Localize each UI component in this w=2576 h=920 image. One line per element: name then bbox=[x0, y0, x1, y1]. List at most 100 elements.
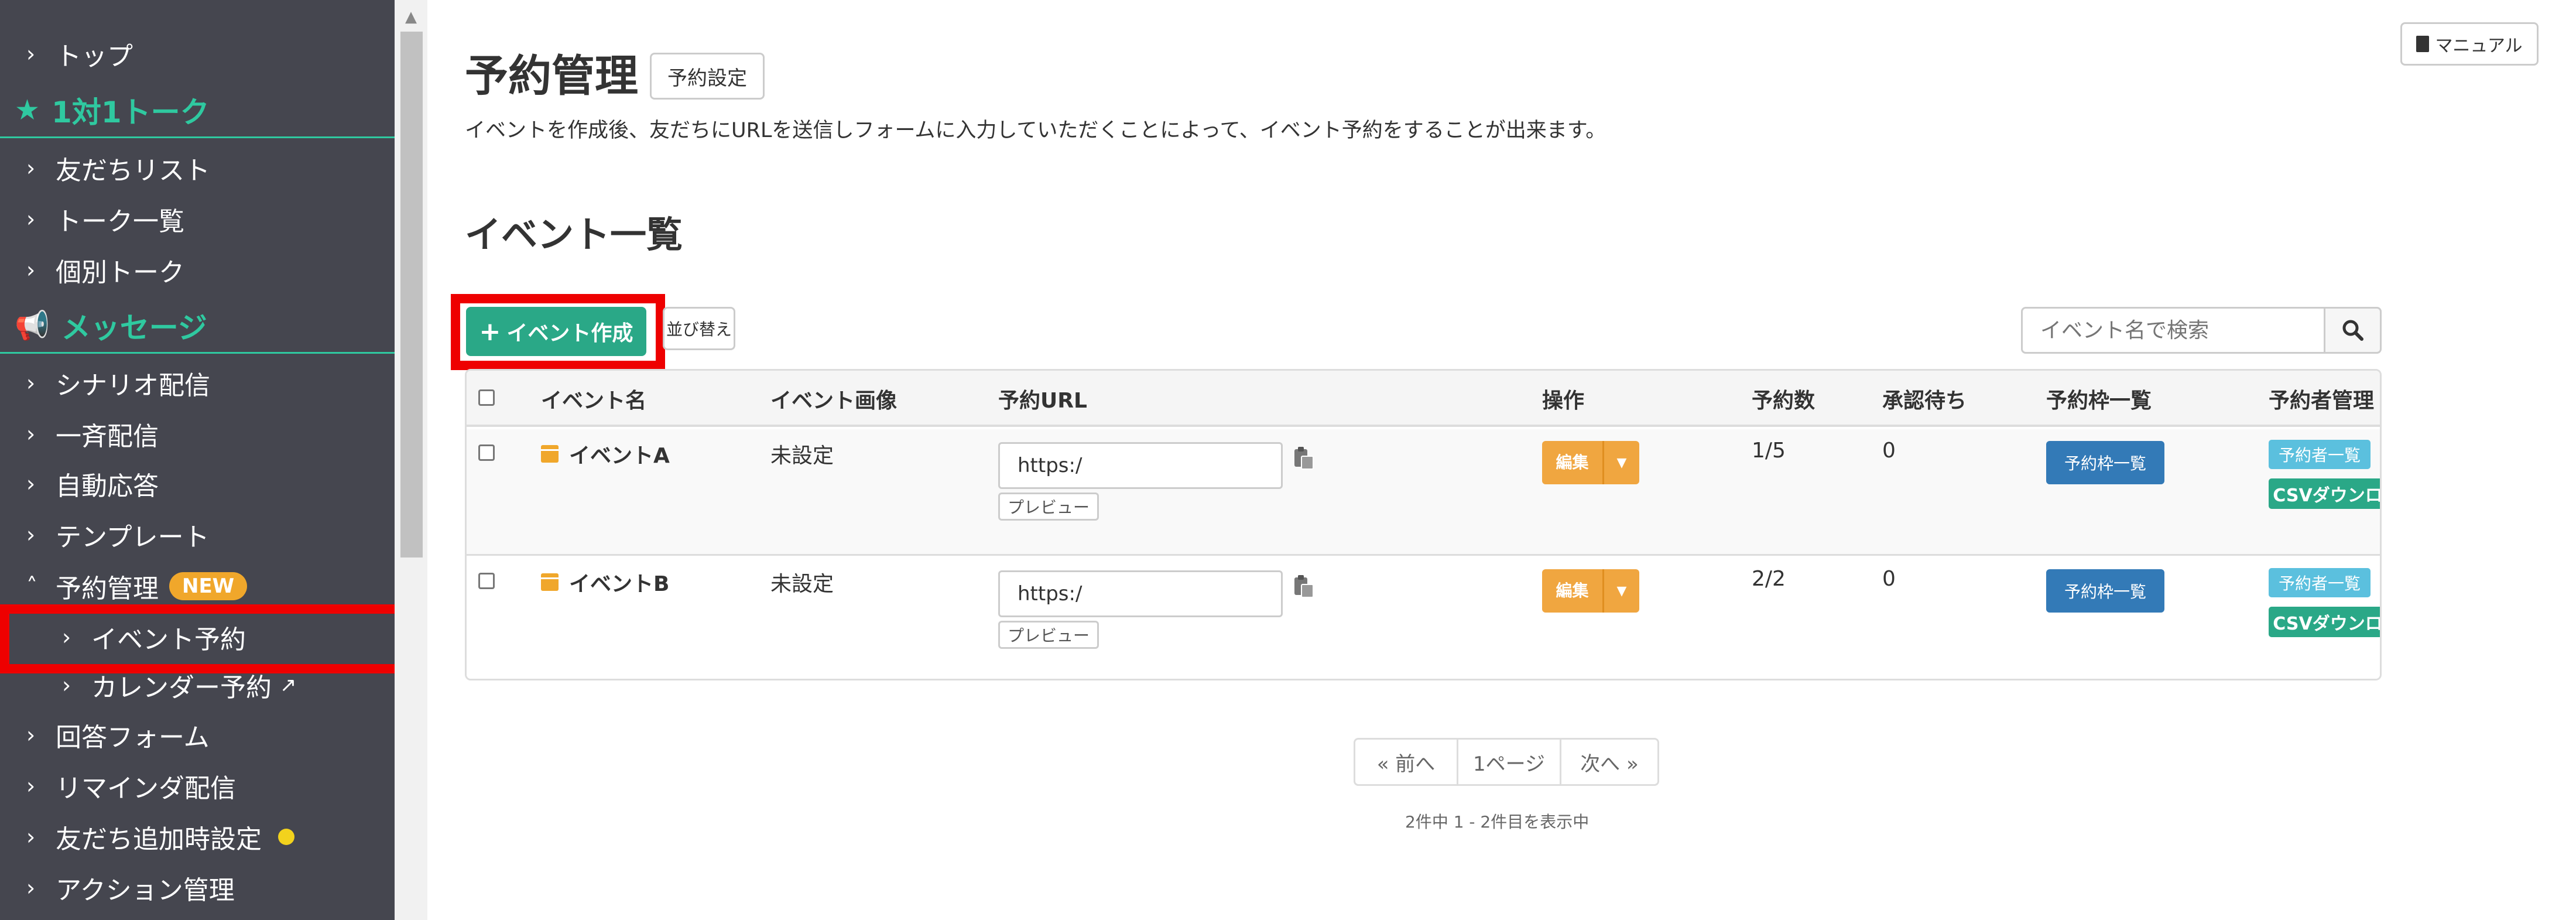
reserver-list-button[interactable]: 予約者一覧 bbox=[2269, 568, 2371, 597]
pagination-current-page[interactable]: 1ページ bbox=[1458, 740, 1561, 784]
sidebar-item-talk-list[interactable]: › トーク一覧 bbox=[0, 194, 395, 244]
reserver-list-label: 予約者一覧 bbox=[2278, 446, 2361, 465]
reserver-list-label: 予約者一覧 bbox=[2278, 574, 2361, 593]
sidebar-item-label: アクション管理 bbox=[56, 875, 235, 905]
sidebar-section-message: 📢 メッセージ bbox=[0, 299, 395, 354]
sidebar-item-label: 友だちリスト bbox=[56, 156, 210, 186]
edit-label: 編集 bbox=[1542, 569, 1604, 613]
sidebar-item-template[interactable]: › テンプレート bbox=[0, 510, 395, 559]
caret-down-icon[interactable]: ▼ bbox=[1604, 456, 1639, 470]
column-header-count: 予約数 bbox=[1752, 389, 1815, 413]
chevron-right-icon: › bbox=[26, 421, 36, 447]
column-header-url: 予約URL bbox=[998, 389, 1087, 413]
search-button[interactable] bbox=[2325, 307, 2382, 354]
event-name: イベントB bbox=[569, 572, 670, 596]
event-search-input[interactable] bbox=[2021, 307, 2325, 354]
calendar-icon bbox=[541, 445, 559, 463]
reservation-url-field[interactable]: https:/ bbox=[998, 442, 1283, 489]
preview-label: プレビュー bbox=[1007, 626, 1090, 645]
sidebar-item-reservation[interactable]: ˄ 予約管理 NEW bbox=[0, 562, 395, 611]
sidebar-item-friends-list[interactable]: › 友だちリスト bbox=[0, 143, 395, 193]
reservation-count: 1/5 bbox=[1752, 439, 1786, 463]
page-title: 予約管理 bbox=[465, 51, 638, 101]
reserver-list-button[interactable]: 予約者一覧 bbox=[2269, 440, 2371, 469]
chevron-right-icon: › bbox=[26, 722, 36, 748]
event-name-link[interactable]: イベントB bbox=[541, 567, 669, 597]
manual-button[interactable]: マニュアル bbox=[2400, 22, 2539, 66]
megaphone-icon: 📢 bbox=[15, 309, 50, 342]
chevron-right-icon: › bbox=[26, 370, 36, 396]
row-checkbox[interactable] bbox=[478, 444, 495, 461]
column-header-manage: 予約者管理 bbox=[2269, 389, 2375, 413]
preview-button[interactable]: プレビュー bbox=[998, 621, 1099, 649]
scroll-up-arrow-icon[interactable]: ▲ bbox=[395, 2, 427, 32]
event-name-link[interactable]: イベントA bbox=[541, 439, 670, 469]
column-header-image: イベント画像 bbox=[770, 389, 898, 413]
table-header: イベント名 イベント画像 予約URL 操作 予約数 承認待ち 予約枠一覧 予約者… bbox=[467, 371, 2380, 427]
slot-list-button[interactable]: 予約枠一覧 bbox=[2046, 441, 2164, 484]
chevron-right-icon: › bbox=[26, 41, 36, 67]
column-header-name: イベント名 bbox=[541, 389, 647, 413]
pagination-prev[interactable]: « 前へ bbox=[1355, 740, 1458, 784]
caret-down-icon[interactable]: ▼ bbox=[1604, 584, 1639, 598]
chevron-up-icon: ˄ bbox=[26, 573, 37, 599]
sidebar-item-answer-form[interactable]: › 回答フォーム bbox=[0, 710, 395, 760]
reservation-settings-button[interactable]: 予約設定 bbox=[650, 53, 765, 100]
highlight-box-create-event bbox=[451, 294, 665, 370]
reservation-settings-label: 予約設定 bbox=[667, 66, 747, 90]
sidebar-item-individual-talk[interactable]: › 個別トーク bbox=[0, 245, 395, 295]
row-checkbox[interactable] bbox=[478, 573, 495, 589]
chevron-right-icon: › bbox=[26, 522, 36, 548]
csv-download-label: CSVダウンロード bbox=[2273, 614, 2382, 634]
edit-label: 編集 bbox=[1542, 441, 1604, 484]
sidebar-item-auto-reply[interactable]: › 自動応答 bbox=[0, 459, 395, 508]
csv-download-button[interactable]: CSVダウンロード bbox=[2269, 607, 2382, 637]
pagination: « 前へ 1ページ 次へ » bbox=[1354, 738, 1659, 786]
event-image-status: 未設定 bbox=[770, 572, 834, 596]
slot-list-button[interactable]: 予約枠一覧 bbox=[2046, 569, 2164, 613]
sidebar-item-friend-add-settings[interactable]: › 友だち追加時設定 bbox=[0, 812, 395, 861]
edit-dropdown-button[interactable]: 編集 ▼ bbox=[1542, 441, 1639, 484]
sidebar-item-label: 自動応答 bbox=[56, 471, 159, 501]
sidebar-item-label: トップ bbox=[56, 42, 133, 71]
sidebar-item-label: リマインダ配信 bbox=[56, 774, 236, 803]
pagination-next[interactable]: 次へ » bbox=[1561, 740, 1657, 784]
sort-button-label: 並び替え bbox=[666, 320, 732, 339]
sidebar-scrollbar[interactable]: ▲ bbox=[395, 0, 427, 920]
highlight-box-event-reservation bbox=[0, 604, 409, 673]
event-list-title: イベント一覧 bbox=[465, 213, 683, 256]
preview-button[interactable]: プレビュー bbox=[998, 493, 1099, 521]
clipboard-copy-icon[interactable] bbox=[1292, 446, 1316, 471]
star-icon: ★ bbox=[15, 93, 40, 126]
sort-button[interactable]: 並び替え bbox=[663, 307, 735, 350]
sidebar: › トップ ★ 1対1トーク › 友だちリスト › トーク一覧 › 個別トーク … bbox=[0, 0, 409, 920]
sidebar-item-top[interactable]: › トップ bbox=[0, 29, 395, 78]
sidebar-item-reminder[interactable]: › リマインダ配信 bbox=[0, 761, 395, 810]
main-content: マニュアル 予約管理 予約設定 イベントを作成後、友だちにURLを送信しフォーム… bbox=[427, 0, 2576, 920]
chevron-right-icon: › bbox=[26, 824, 36, 850]
page-description: イベントを作成後、友だちにURLを送信しフォームに入力していただくことによって、… bbox=[465, 119, 1606, 142]
sidebar-section-label: 1対1トーク bbox=[52, 95, 210, 129]
edit-dropdown-button[interactable]: 編集 ▼ bbox=[1542, 569, 1639, 613]
csv-download-button[interactable]: CSVダウンロード bbox=[2269, 478, 2380, 509]
sidebar-section-label: メッセージ bbox=[61, 310, 207, 345]
column-header-ops: 操作 bbox=[1542, 389, 1585, 413]
reservation-url-field[interactable]: https:/ bbox=[998, 570, 1283, 617]
clipboard-copy-icon[interactable] bbox=[1292, 574, 1316, 600]
reservation-count: 2/2 bbox=[1752, 567, 1786, 591]
sidebar-item-label: トーク一覧 bbox=[56, 207, 184, 237]
sidebar-item-action-mgmt[interactable]: › アクション管理 bbox=[0, 863, 395, 912]
sidebar-item-label: 回答フォーム bbox=[56, 723, 210, 753]
sidebar-item-label: 予約管理 bbox=[56, 574, 159, 604]
table-row: イベントA 未設定 https:/ プレビュー 編集 ▼ 1/5 0 予約枠一覧 bbox=[467, 429, 2380, 556]
event-name: イベントA bbox=[569, 444, 670, 468]
sidebar-item-label: 友だち追加時設定 bbox=[56, 825, 262, 854]
pagination-info: 2件中 1 - 2件目を表示中 bbox=[1405, 812, 1590, 832]
select-all-checkbox[interactable] bbox=[478, 389, 495, 406]
sidebar-item-broadcast[interactable]: › 一斉配信 bbox=[0, 409, 395, 459]
slot-list-label: 予約枠一覧 bbox=[2064, 582, 2146, 601]
events-table: イベント名 イベント画像 予約URL 操作 予約数 承認待ち 予約枠一覧 予約者… bbox=[465, 369, 2382, 680]
sidebar-item-scenario[interactable]: › シナリオ配信 bbox=[0, 358, 395, 408]
sidebar-item-label: シナリオ配信 bbox=[56, 371, 210, 401]
scrollbar-thumb[interactable] bbox=[400, 32, 423, 558]
